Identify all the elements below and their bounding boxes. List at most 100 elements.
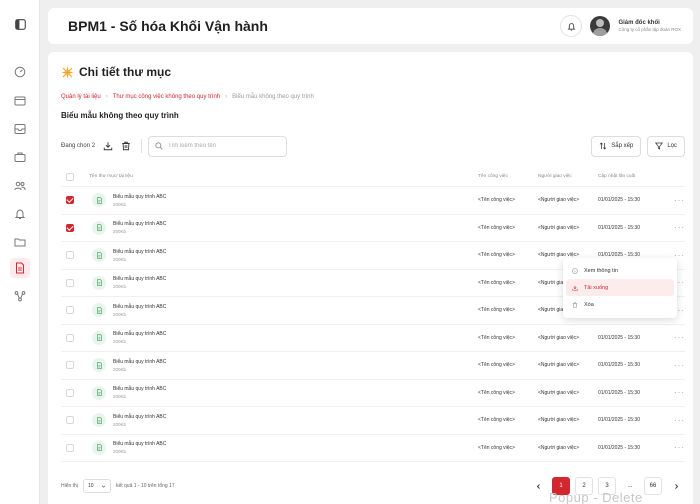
- sidebar-item-dashboard[interactable]: [10, 62, 30, 82]
- table-row[interactable]: Biểu mẫu quy trình ABC 200Kb <Tên công việ…: [61, 187, 685, 215]
- row-checkbox[interactable]: [66, 196, 74, 205]
- avatar[interactable]: [590, 16, 611, 36]
- user-org: Công ty cổ phần tập đoàn ROX: [618, 27, 681, 32]
- inbox-icon: [14, 124, 26, 134]
- assignee-name: <Người giao việc>: [538, 389, 580, 396]
- select-all-checkbox[interactable]: [66, 172, 74, 181]
- file-icon: [96, 334, 102, 341]
- more-options-icon[interactable]: ···: [665, 196, 685, 205]
- sidebar-item-windows[interactable]: [10, 91, 30, 111]
- row-checkbox[interactable]: [66, 223, 74, 232]
- prev-page-button[interactable]: [529, 477, 547, 495]
- sidebar-item-notifications[interactable]: [10, 204, 30, 224]
- file-name[interactable]: Biểu mẫu quy trình ABC: [113, 331, 166, 337]
- file-name[interactable]: Biểu mẫu quy trình ABC: [113, 386, 166, 392]
- task-name: <Tên công việc>: [478, 307, 515, 314]
- search-icon: [155, 142, 163, 150]
- table-row[interactable]: Biểu mẫu quy trình ABC 200Kb <Tên công việ…: [61, 380, 685, 407]
- filter-button[interactable]: Lọc: [647, 135, 685, 157]
- updated-date: 01/01/2025 - 15:30: [598, 362, 640, 369]
- sidebar-toggle-icon[interactable]: [12, 16, 28, 32]
- briefcase-icon: [14, 152, 26, 162]
- more-options-icon[interactable]: ···: [665, 361, 685, 370]
- more-options-icon[interactable]: ···: [665, 333, 685, 342]
- trash-icon: [572, 301, 578, 308]
- user-info[interactable]: Giám đốc khối Công ty cổ phần tập đoàn R…: [618, 20, 681, 32]
- file-icon-badge: [92, 413, 106, 428]
- more-options-icon[interactable]: ···: [665, 416, 685, 425]
- header-updated: Cập nhật lần cuối: [598, 174, 636, 179]
- delete-button[interactable]: [117, 137, 135, 155]
- file-icon: [96, 444, 102, 451]
- row-checkbox[interactable]: [66, 443, 74, 452]
- sidebar-item-workflow[interactable]: [10, 286, 30, 306]
- file-icon: [96, 224, 102, 231]
- show-label: Hiển thị: [61, 483, 78, 489]
- file-icon: [96, 362, 102, 369]
- download-button[interactable]: [99, 137, 117, 155]
- search-box[interactable]: [148, 135, 288, 157]
- users-icon: [14, 181, 26, 191]
- breadcrumb-item[interactable]: Quản lý tài liệu: [61, 94, 101, 100]
- trash-icon: [122, 141, 130, 151]
- sidebar-item-inbox[interactable]: [10, 119, 30, 139]
- notification-button[interactable]: [560, 15, 583, 37]
- updated-date: 01/01/2025 - 15:30: [598, 417, 640, 424]
- row-checkbox[interactable]: [66, 278, 74, 287]
- sidebar-item-users[interactable]: [10, 176, 30, 196]
- file-icon-badge: [92, 440, 106, 455]
- more-options-icon[interactable]: ···: [665, 388, 685, 397]
- row-checkbox[interactable]: [66, 416, 74, 425]
- menu-item-view-info[interactable]: Xem thông tin: [566, 262, 674, 279]
- task-name: <Tên công việc>: [478, 279, 515, 286]
- file-name[interactable]: Biểu mẫu quy trình ABC: [113, 276, 166, 282]
- sidebar-item-briefcase[interactable]: [10, 147, 30, 167]
- file-size: 200Kb: [113, 366, 127, 372]
- file-name[interactable]: Biểu mẫu quy trình ABC: [113, 441, 166, 447]
- file-name[interactable]: Biểu mẫu quy trình ABC: [113, 304, 166, 310]
- file-name[interactable]: Biểu mẫu quy trình ABC: [113, 414, 166, 420]
- gauge-icon: [14, 66, 26, 78]
- file-name[interactable]: Biểu mẫu quy trình ABC: [113, 249, 166, 255]
- filter-label: Lọc: [667, 143, 677, 149]
- menu-item-download[interactable]: Tải xuống: [566, 279, 674, 296]
- breadcrumb-item[interactable]: Thư mục công việc không theo quy trình: [113, 94, 220, 100]
- row-checkbox[interactable]: [66, 306, 74, 315]
- task-name: <Tên công việc>: [478, 362, 515, 369]
- table-row[interactable]: Biểu mẫu quy trình ABC 200Kb <Tên công việ…: [61, 215, 685, 242]
- watermark-text: Popup - Delete: [549, 490, 643, 504]
- breadcrumb-current: Biểu mẫu không theo quy trình: [232, 94, 314, 100]
- more-options-icon[interactable]: ···: [665, 443, 685, 452]
- table-row[interactable]: Biểu mẫu quy trình ABC 200Kb <Tên công việ…: [61, 352, 685, 380]
- table-row[interactable]: Biểu mẫu quy trình ABC 200Kb <Tên công việ…: [61, 325, 685, 352]
- file-size: 200Kb: [113, 394, 127, 400]
- sidebar-item-documents[interactable]: [10, 258, 30, 278]
- app-header: BPM1 - Số hóa Khối Vận hành Giám đốc khố…: [48, 8, 693, 44]
- row-checkbox[interactable]: [66, 333, 74, 342]
- sidebar-item-folders[interactable]: [10, 232, 30, 252]
- task-name: <Tên công việc>: [478, 417, 515, 424]
- row-checkbox[interactable]: [66, 361, 74, 370]
- search-input[interactable]: [168, 143, 279, 149]
- page-button[interactable]: 66: [644, 477, 662, 495]
- table-row[interactable]: Biểu mẫu quy trình ABC 200Kb <Tên công việ…: [61, 435, 685, 462]
- chevron-down-icon: [101, 485, 106, 488]
- file-name[interactable]: Biểu mẫu quy trình ABC: [113, 194, 166, 200]
- file-icon-badge: [92, 193, 106, 208]
- chevron-right-icon: ›: [105, 94, 108, 100]
- next-page-button[interactable]: [667, 477, 685, 495]
- table-row[interactable]: Biểu mẫu quy trình ABC 200Kb <Tên công việ…: [61, 407, 685, 435]
- task-name: <Tên công việc>: [478, 444, 515, 451]
- file-name[interactable]: Biểu mẫu quy trình ABC: [113, 221, 166, 227]
- menu-item-delete[interactable]: Xóa: [566, 296, 674, 313]
- file-icon: [96, 197, 102, 204]
- sort-button[interactable]: Sắp xếp: [591, 135, 642, 157]
- file-icon: [96, 417, 102, 424]
- file-icon-badge: [92, 330, 106, 345]
- row-checkbox[interactable]: [66, 251, 74, 260]
- page-size-select[interactable]: 10: [82, 479, 111, 493]
- row-checkbox[interactable]: [66, 388, 74, 397]
- more-options-icon[interactable]: ···: [665, 223, 685, 232]
- sort-icon: [600, 142, 607, 150]
- file-name[interactable]: Biểu mẫu quy trình ABC: [113, 359, 166, 365]
